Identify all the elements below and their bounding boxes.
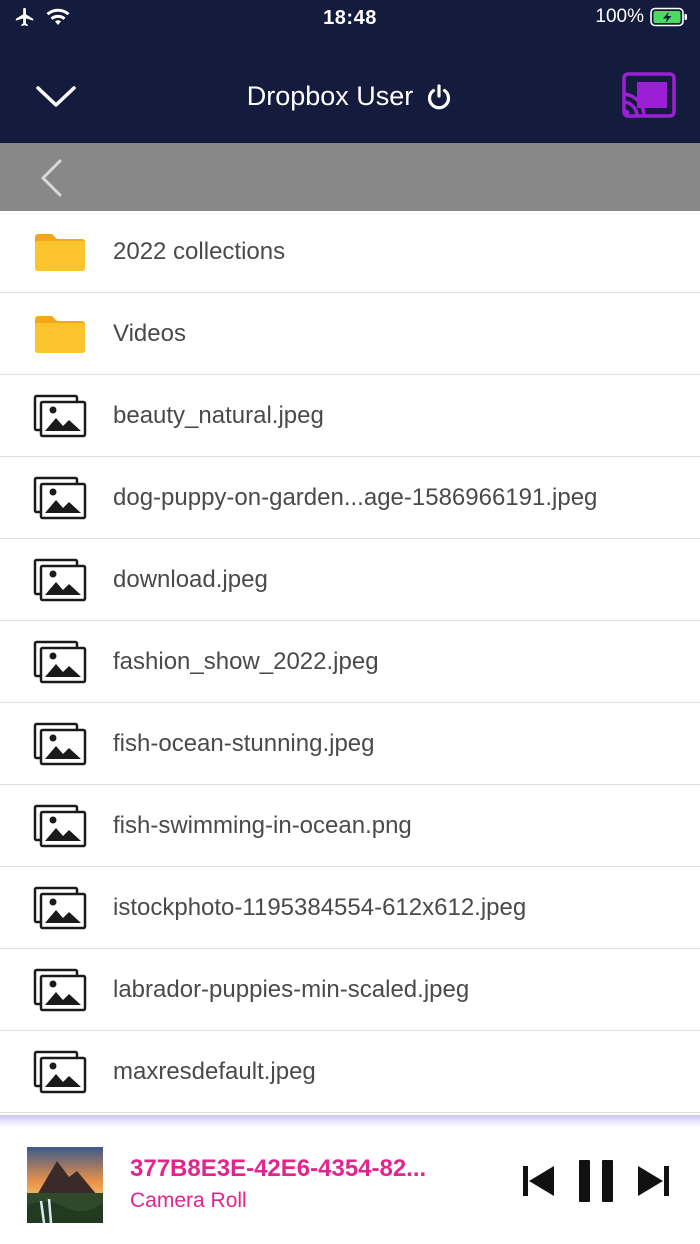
file-name: Videos — [113, 320, 186, 347]
file-list: 2022 collections Videos beauty_natural.j… — [0, 211, 700, 1113]
file-row[interactable]: labrador-puppies-min-scaled.jpeg — [0, 949, 700, 1031]
folder-row[interactable]: Videos — [0, 293, 700, 375]
mini-player[interactable]: 377B8E3E-42E6-4354-82... Camera Roll — [0, 1115, 700, 1244]
file-name: labrador-puppies-min-scaled.jpeg — [113, 976, 470, 1003]
status-bar: 18:48 100% — [0, 0, 700, 40]
folder-icon — [35, 234, 85, 271]
image-file-icon — [33, 640, 87, 684]
file-row[interactable]: istockphoto-1195384554-612x612.jpeg — [0, 867, 700, 949]
playback-controls — [520, 1159, 672, 1203]
folder-row[interactable]: 2022 collections — [0, 211, 700, 293]
folder-icon — [35, 316, 85, 353]
image-file-icon — [33, 558, 87, 602]
file-row[interactable]: download.jpeg — [0, 539, 700, 621]
image-file-icon — [33, 886, 87, 930]
app-header: Dropbox User — [0, 48, 700, 143]
file-row[interactable]: beauty_natural.jpeg — [0, 375, 700, 457]
pause-icon[interactable] — [576, 1159, 616, 1203]
status-right: 100% — [595, 6, 688, 28]
file-row[interactable]: dog-puppy-on-garden...age-1586966191.jpe… — [0, 457, 700, 539]
player-divider — [0, 1115, 700, 1127]
image-file-icon — [33, 476, 87, 520]
track-thumbnail[interactable] — [27, 1147, 103, 1223]
file-name: fashion_show_2022.jpeg — [113, 648, 379, 675]
page-title: Dropbox User — [0, 81, 700, 112]
next-track-icon[interactable] — [636, 1163, 672, 1199]
account-name: Dropbox User — [246, 81, 414, 111]
file-name: maxresdefault.jpeg — [113, 1058, 316, 1085]
image-file-icon — [33, 394, 87, 438]
battery-charging-icon — [650, 7, 687, 27]
image-file-icon — [33, 722, 87, 766]
file-name: beauty_natural.jpeg — [113, 402, 324, 429]
file-row[interactable]: fish-swimming-in-ocean.png — [0, 785, 700, 867]
file-row[interactable]: fashion_show_2022.jpeg — [0, 621, 700, 703]
file-row[interactable]: fish-ocean-stunning.jpeg — [0, 703, 700, 785]
file-name: download.jpeg — [113, 566, 268, 593]
file-name: dog-puppy-on-garden...age-1586966191.jpe… — [113, 484, 598, 511]
back-chevron-icon[interactable] — [36, 157, 66, 199]
image-file-icon — [33, 1050, 87, 1094]
file-name: istockphoto-1195384554-612x612.jpeg — [113, 894, 527, 921]
file-name: fish-swimming-in-ocean.png — [113, 812, 412, 839]
power-icon[interactable] — [425, 83, 453, 111]
image-file-icon — [33, 804, 87, 848]
file-row[interactable]: maxresdefault.jpeg — [0, 1031, 700, 1113]
top-bar: 18:48 100% Dropbox User — [0, 0, 700, 143]
image-file-icon — [33, 968, 87, 1012]
file-name: fish-ocean-stunning.jpeg — [113, 730, 375, 757]
track-title: 377B8E3E-42E6-4354-82... — [130, 1155, 427, 1182]
cast-icon[interactable] — [622, 72, 676, 118]
track-source: Camera Roll — [130, 1189, 247, 1212]
previous-track-icon[interactable] — [520, 1163, 556, 1199]
file-name: 2022 collections — [113, 238, 286, 265]
navigation-bar — [0, 143, 700, 211]
battery-percent: 100% — [595, 6, 644, 27]
